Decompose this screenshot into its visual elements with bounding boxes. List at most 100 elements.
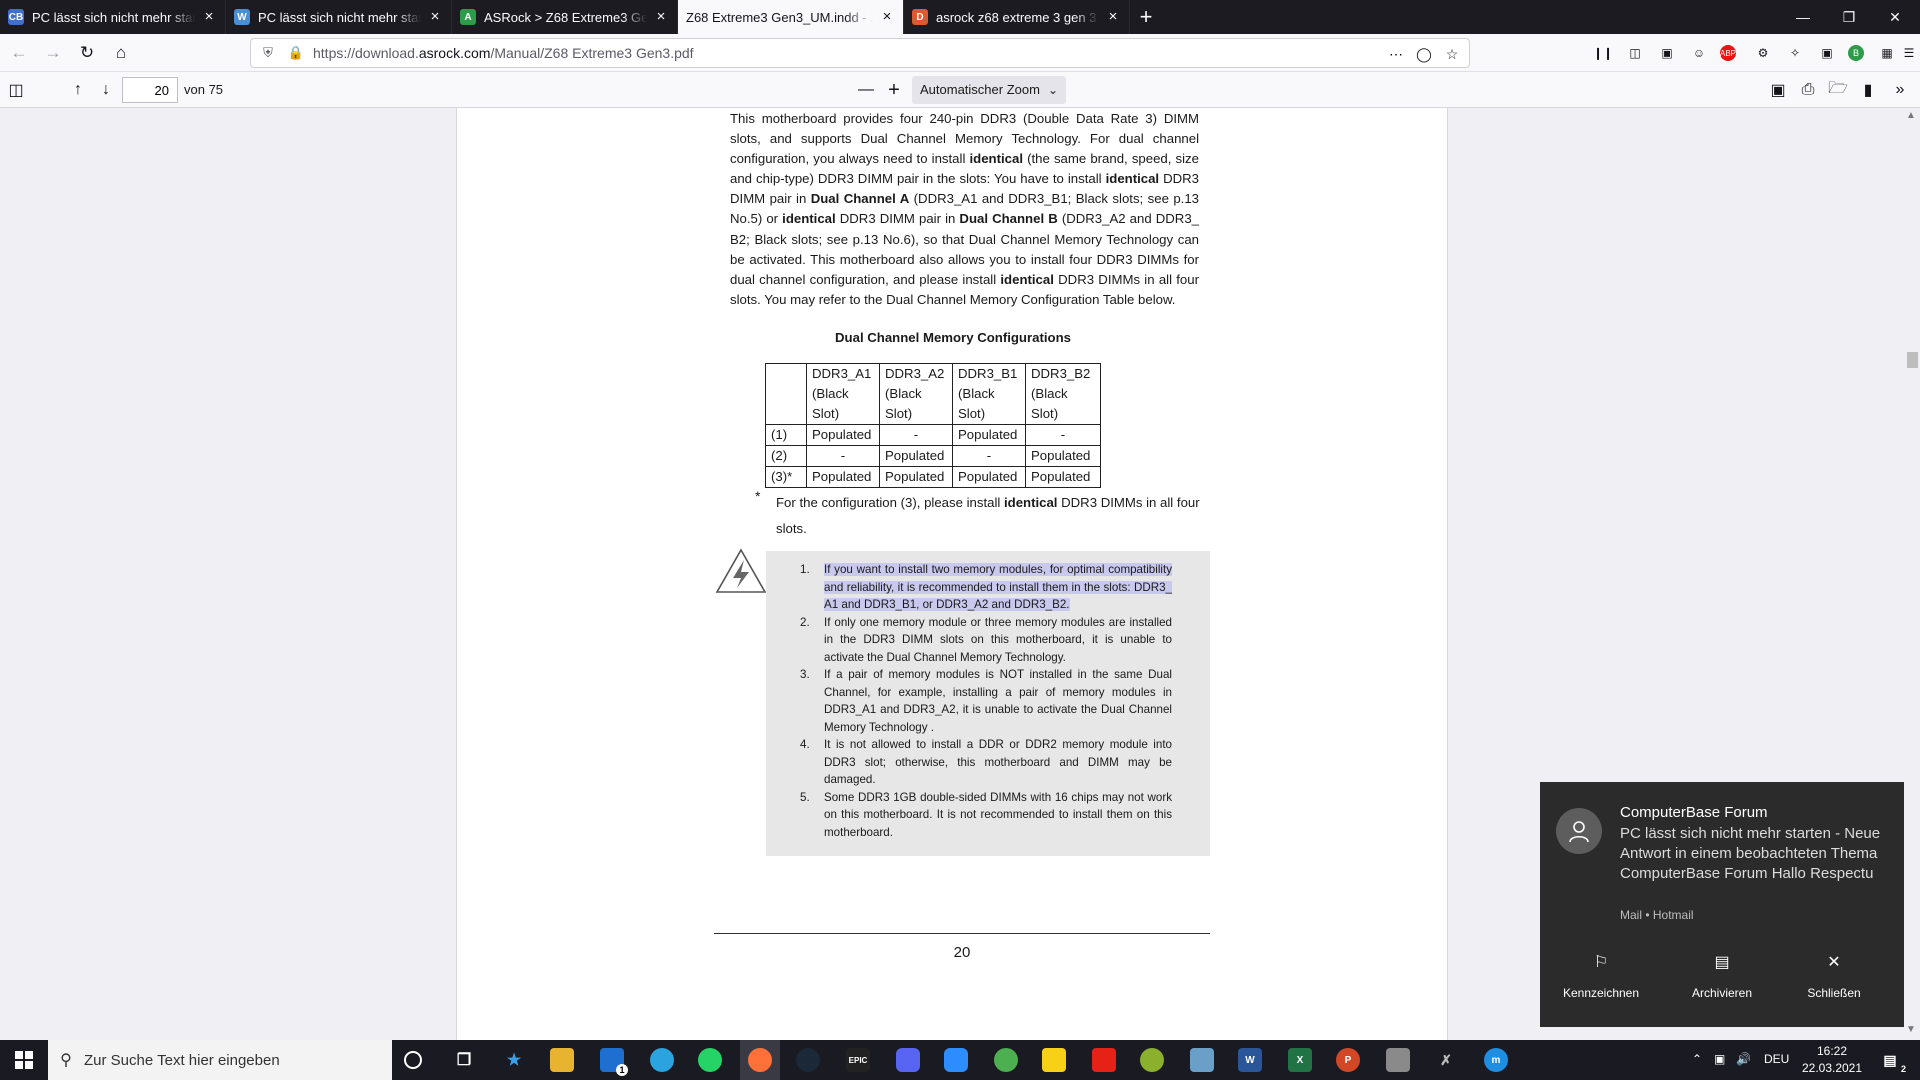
dismiss-button[interactable]: ✕ Schließen — [1778, 952, 1890, 1000]
tab-close-icon[interactable]: × — [201, 9, 217, 25]
scroll-down-icon[interactable]: ▼ — [1906, 1024, 1916, 1035]
browser-tab[interactable]: Z68 Extreme3 Gen3_UM.indd - Z68 × — [678, 0, 904, 34]
sticky-notes-icon[interactable] — [1042, 1048, 1066, 1072]
note-text: It is not allowed to install a DDR or DD… — [824, 738, 1172, 786]
next-page-icon[interactable]: ↓ — [92, 76, 120, 104]
browser-tab[interactable]: A ASRock > Z68 Extreme3 Gen3 × — [452, 0, 678, 34]
adblock-icon[interactable]: ABP — [1720, 45, 1736, 61]
column-header-line: DDR3_B1 — [958, 366, 1018, 381]
flag-button[interactable]: ⚐ Kennzeichnen — [1545, 952, 1657, 1000]
task-view-icon[interactable]: ❐ — [452, 1048, 476, 1072]
volume-icon[interactable]: 🔊 — [1736, 1052, 1751, 1066]
tools-chevron-icon[interactable]: » — [1886, 76, 1914, 104]
vertical-scrollbar[interactable]: ▲ ▼ — [1904, 108, 1920, 1040]
lock-icon[interactable]: 🔒 — [285, 42, 307, 64]
taskbar-search[interactable]: ⚲ Zur Suche Text hier eingeben — [48, 1040, 392, 1080]
url-text[interactable]: https://download.asrock.com/Manual/Z68 E… — [313, 45, 694, 61]
library-icon[interactable]: ❙❙ — [1592, 42, 1614, 64]
window-close-button[interactable]: ✕ — [1872, 0, 1918, 34]
steam-icon[interactable] — [796, 1048, 820, 1072]
tool-icon[interactable]: ✗ — [1434, 1048, 1458, 1072]
network-icon[interactable]: ▣ — [1714, 1052, 1725, 1066]
menu-icon[interactable]: ☰ — [1898, 42, 1920, 64]
account-icon[interactable]: ☺ — [1688, 42, 1710, 64]
app-mu-icon[interactable]: m — [1484, 1048, 1508, 1072]
new-tab-button[interactable]: + — [1130, 0, 1162, 34]
language-indicator[interactable]: DEU — [1764, 1052, 1789, 1066]
excel-icon[interactable]: X — [1288, 1048, 1312, 1072]
tab-close-icon[interactable]: × — [879, 9, 895, 25]
tray-overflow-icon[interactable]: ⌃ — [1692, 1052, 1702, 1066]
word-icon[interactable]: W — [1238, 1048, 1262, 1072]
start-button[interactable] — [0, 1040, 48, 1080]
file-explorer-icon[interactable] — [550, 1048, 574, 1072]
clock[interactable]: 16:22 22.03.2021 — [1800, 1043, 1864, 1077]
tab-strip: CB PC lässt sich nicht mehr starten × W PC l… — [0, 0, 1130, 34]
tab-close-icon[interactable]: × — [427, 9, 443, 25]
tab-bar: CB PC lässt sich nicht mehr starten × W PC l… — [0, 0, 1920, 34]
zoom-select[interactable]: Automatischer Zoom ⌄ — [912, 76, 1066, 104]
file-manager-icon[interactable] — [1386, 1048, 1410, 1072]
caution-note-box: 1. If you want to install two memory modu… — [766, 551, 1210, 856]
browser-tab[interactable]: Dasrock z68 extreme 3 gen 3 ma × — [904, 0, 1130, 34]
scroll-up-icon[interactable]: ▲ — [1906, 110, 1916, 121]
presentation-mode-icon[interactable]: ▣ — [1764, 76, 1792, 104]
zoom-out-icon[interactable]: — — [852, 76, 880, 104]
archive-button[interactable]: ▤ Archivieren — [1666, 952, 1778, 1000]
page-actions-icon[interactable]: ⋯ — [1385, 43, 1407, 65]
notification-toast[interactable]: ComputerBase Forum PC lässt sich nicht m… — [1540, 782, 1904, 1027]
notification-title: ComputerBase Forum — [1620, 804, 1768, 821]
toggle-sidebar-icon[interactable]: ◫ — [2, 76, 30, 104]
flag-label: Kennzeichnen — [1562, 986, 1640, 1000]
extension-puzzle-icon[interactable]: ▣ — [1816, 42, 1838, 64]
firefox-icon[interactable] — [748, 1048, 772, 1072]
scrollbar-thumb[interactable] — [1907, 352, 1918, 368]
print-icon[interactable]: ⎙ — [1794, 76, 1822, 104]
extensions-overflow-icon[interactable]: ▦ — [1876, 42, 1898, 64]
telegram-icon[interactable] — [650, 1048, 674, 1072]
sidebar-icon[interactable]: ◫ — [1624, 42, 1646, 64]
mail-badge: 1 — [616, 1064, 628, 1076]
extension-b-icon[interactable]: B — [1848, 45, 1864, 61]
memory-config-table: DDR3_A1 (Black Slot) DDR3_A2 (Black Slot) DD… — [765, 363, 1101, 488]
mail-icon[interactable]: 1 — [600, 1048, 628, 1076]
forward-icon[interactable]: → — [38, 38, 68, 68]
paint-icon[interactable] — [1190, 1048, 1214, 1072]
screenshot-icon[interactable]: ▣ — [1656, 42, 1678, 64]
tab-close-icon[interactable]: × — [653, 9, 669, 25]
discord-icon[interactable] — [896, 1048, 920, 1072]
url-bar[interactable]: ⛨ 🔒 https://download.asrock.com/Manual/Z… — [250, 38, 1470, 68]
clock-date: 22.03.2021 — [1801, 1061, 1863, 1075]
bookmark-icon[interactable]: ▮ — [1854, 76, 1882, 104]
powerpoint-icon[interactable]: P — [1336, 1048, 1360, 1072]
action-center-icon[interactable]: ▤ 2 — [1878, 1048, 1906, 1075]
razer-icon[interactable] — [1140, 1048, 1164, 1072]
evernote-icon[interactable] — [994, 1048, 1018, 1072]
whatsapp-icon[interactable] — [698, 1048, 722, 1072]
bookmark-star-icon[interactable]: ☆ — [1441, 43, 1463, 65]
browser-tab[interactable]: CB PC lässt sich nicht mehr starten × — [0, 0, 226, 34]
note-text: If a pair of memory modules is NOT insta… — [824, 668, 1172, 734]
browser-tab[interactable]: W PC lässt sich nicht mehr starten × — [226, 0, 452, 34]
home-icon[interactable]: ⌂ — [106, 38, 136, 68]
edge-legacy-icon[interactable]: ★ — [502, 1048, 526, 1072]
extension-wand-icon[interactable]: ✧ — [1784, 42, 1806, 64]
extension-gear-icon[interactable]: ⚙ — [1752, 42, 1774, 64]
column-header-line: DDR3_A1 — [812, 366, 872, 381]
epic-games-icon[interactable]: EPIC — [846, 1048, 870, 1072]
cortana-icon[interactable] — [404, 1051, 422, 1069]
minimize-button[interactable]: — — [1780, 0, 1826, 34]
back-icon[interactable]: ← — [4, 38, 34, 68]
previous-page-icon[interactable]: ↑ — [64, 76, 92, 104]
restore-button[interactable]: ❐ — [1826, 0, 1872, 34]
page-number-input[interactable] — [122, 77, 178, 103]
zoom-in-icon[interactable]: + — [880, 76, 908, 104]
zoom-icon[interactable] — [944, 1048, 968, 1072]
shield-icon[interactable]: ⛨ — [257, 42, 279, 64]
acrobat-icon[interactable] — [1092, 1048, 1116, 1072]
navigation-bar: ← → ↻ ⌂ ⛨ 🔒 https://download.asrock.com/… — [0, 34, 1920, 72]
pocket-icon[interactable]: ◯ — [1413, 43, 1435, 65]
reload-icon[interactable]: ↻ — [72, 38, 102, 68]
tab-close-icon[interactable]: × — [1105, 9, 1121, 25]
save-icon[interactable]: 🗁 — [1824, 76, 1852, 104]
